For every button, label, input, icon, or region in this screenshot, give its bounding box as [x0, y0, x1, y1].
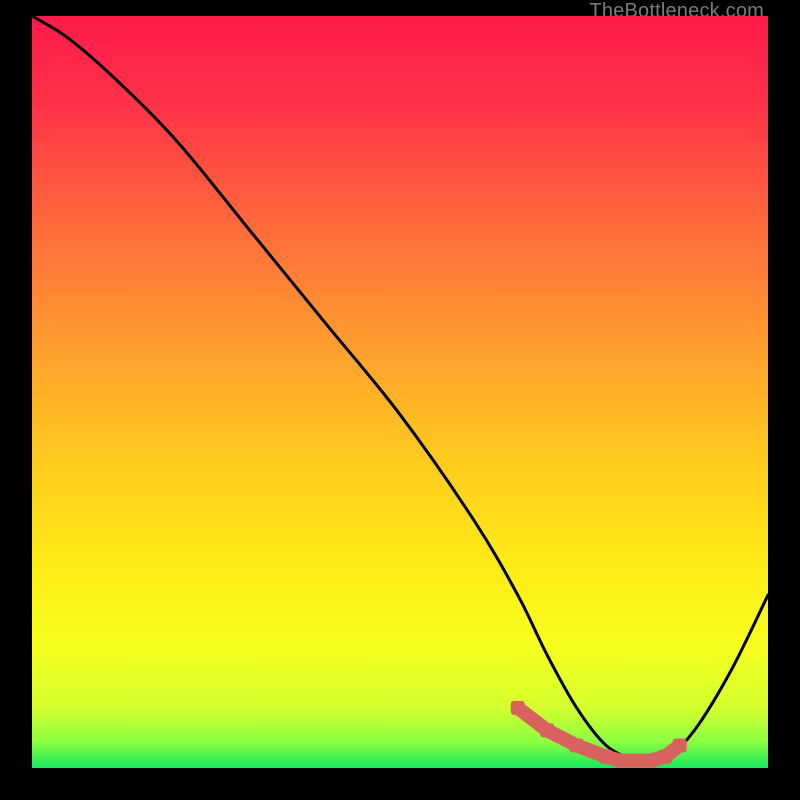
- marker-dot: [658, 750, 672, 764]
- marker-dot: [629, 753, 643, 767]
- marker-dot: [599, 750, 613, 764]
- chart-frame: [32, 16, 768, 768]
- marker-dot: [540, 723, 554, 737]
- marker-dot: [643, 753, 657, 767]
- marker-dot: [614, 753, 628, 767]
- marker-dot: [570, 738, 584, 752]
- marker-dot: [511, 701, 525, 715]
- marker-dot: [673, 738, 687, 752]
- chart-background: [32, 16, 768, 768]
- bottleneck-chart: [32, 16, 768, 768]
